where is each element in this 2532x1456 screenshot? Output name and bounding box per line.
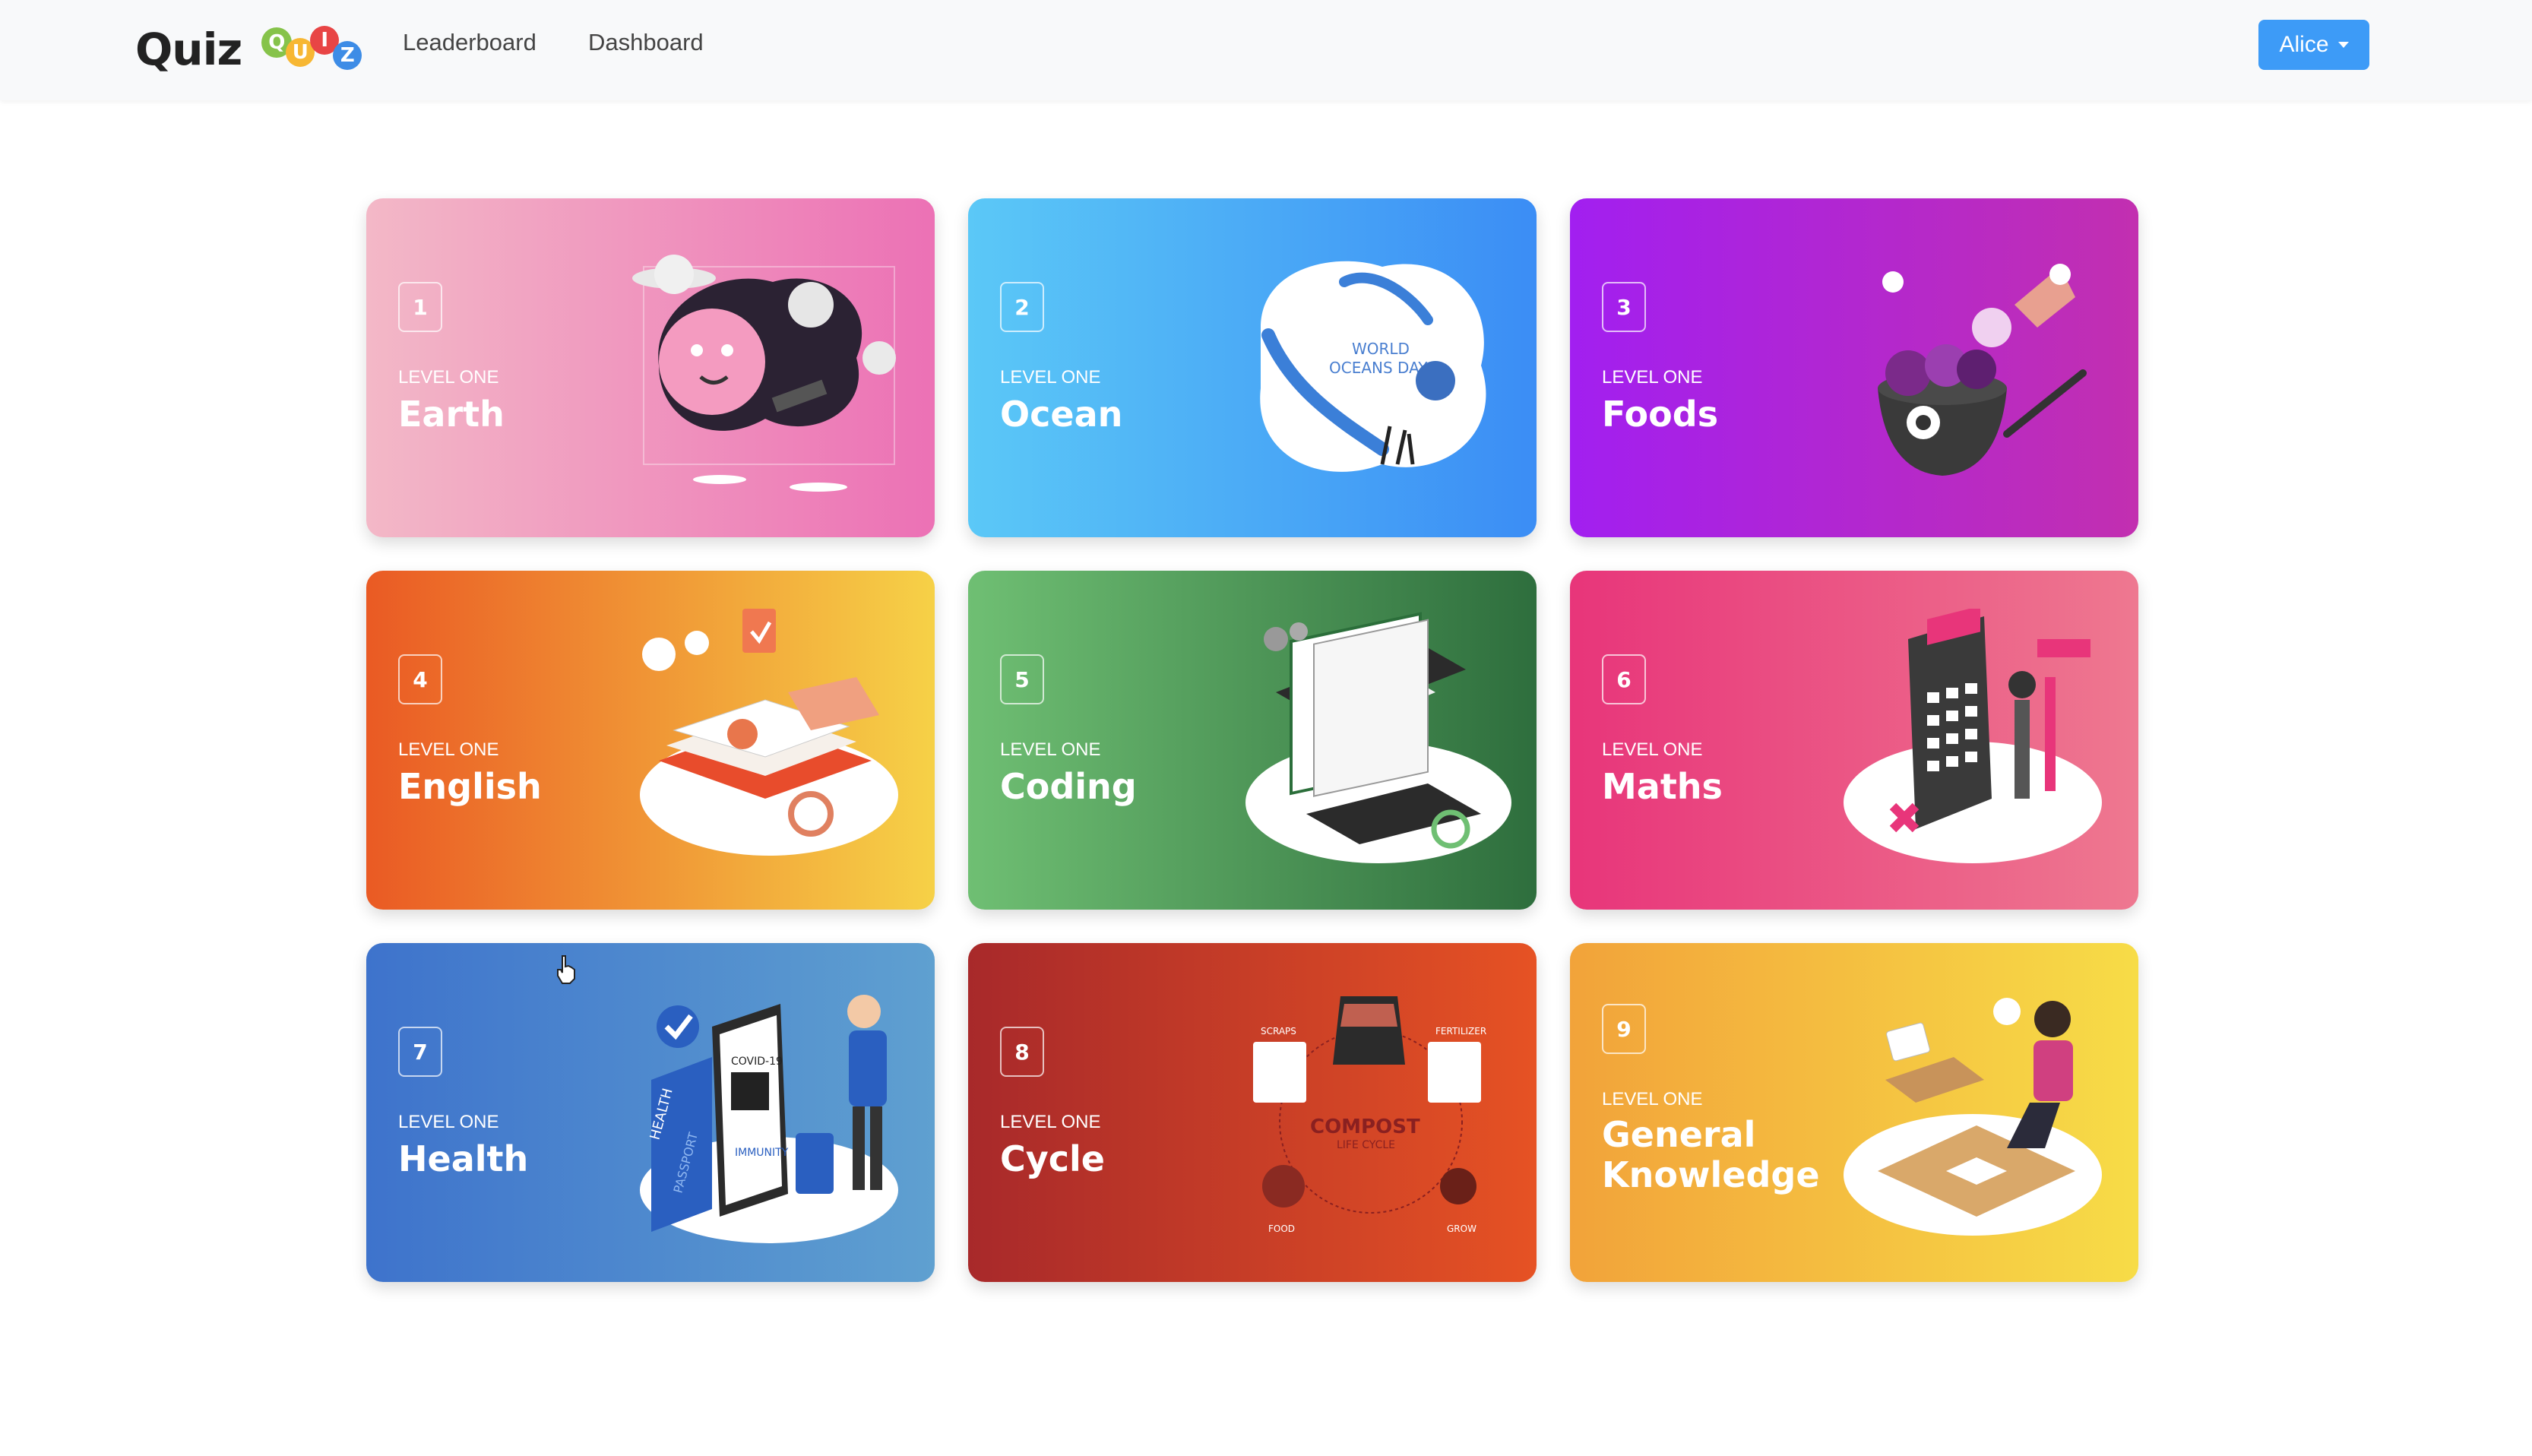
quiz-card-general-knowledge[interactable]: 9 LEVEL ONE General Knowledge	[1570, 943, 2138, 1282]
card-number: 1	[398, 282, 442, 332]
illustration-text: FERTILIZER	[1435, 1026, 1486, 1037]
card-number: 7	[398, 1027, 442, 1077]
compost-illustration-icon: SCRAPS FERTILIZER COMPOST LIFE CYCLE FOO…	[1253, 996, 1486, 1234]
ocean-illustration-icon: WORLD OCEANS DAY	[1260, 261, 1486, 472]
card-title: Cycle	[1000, 1138, 1105, 1179]
card-level: LEVEL ONE	[398, 1112, 499, 1132]
quiz-card-health[interactable]: 7 LEVEL ONE Health HEALTH PASSPORT COVID…	[366, 943, 935, 1282]
illustration-text: COMPOST	[1310, 1116, 1420, 1138]
nav-dashboard-link[interactable]: Dashboard	[588, 29, 704, 56]
quiz-logo-icon: Q U I Z	[261, 23, 362, 76]
user-menu-button[interactable]: Alice	[2258, 20, 2369, 70]
card-level: LEVEL ONE	[1000, 367, 1101, 388]
calculator-illustration-icon	[1844, 609, 2102, 863]
puzzle-illustration-icon	[1844, 998, 2102, 1236]
brand-name: Quiz	[135, 24, 242, 75]
food-bowl-illustration-icon	[1878, 264, 2087, 476]
navbar: Quiz Q U I Z Leaderboard Dashboard Alice	[0, 0, 2532, 100]
illustration-text: OCEANS DAY	[1329, 359, 1428, 377]
caret-down-icon	[2337, 42, 2349, 48]
quiz-card-foods[interactable]: 3 LEVEL ONE Foods	[1570, 198, 2138, 537]
card-number: 6	[1602, 654, 1646, 704]
hand-cursor-icon	[557, 955, 575, 984]
quiz-card-cycle[interactable]: 8 LEVEL ONE Cycle SCRAPS FERTILIZER COMP…	[968, 943, 1537, 1282]
quiz-card-maths[interactable]: 6 LEVEL ONE Maths	[1570, 571, 2138, 910]
card-level: LEVEL ONE	[398, 739, 499, 760]
quiz-card-earth[interactable]: 1 LEVEL ONE Earth	[366, 198, 935, 537]
card-number: 4	[398, 654, 442, 704]
quiz-card-english[interactable]: 4 LEVEL ONE English	[366, 571, 935, 910]
card-title: English	[398, 766, 542, 807]
illustration-text: WORLD	[1352, 340, 1410, 358]
card-number: 8	[1000, 1027, 1044, 1077]
books-illustration-icon	[640, 609, 898, 856]
card-title: Health	[398, 1138, 529, 1179]
card-number: 5	[1000, 654, 1044, 704]
quiz-grid: 1 LEVEL ONE Earth 2 LEVEL ONE Ocean WORL…	[366, 198, 2138, 1282]
card-number: 3	[1602, 282, 1646, 332]
card-number: 9	[1602, 1004, 1646, 1054]
logo-letter: Z	[333, 41, 362, 70]
laptop-code-illustration-icon	[1245, 612, 1511, 863]
illustration-text: FOOD	[1268, 1223, 1295, 1234]
card-level: LEVEL ONE	[1602, 367, 1703, 388]
quiz-card-ocean[interactable]: 2 LEVEL ONE Ocean WORLD OCEANS DAY	[968, 198, 1537, 537]
quiz-card-coding[interactable]: 5 LEVEL ONE Coding	[968, 571, 1537, 910]
card-title: Maths	[1602, 766, 1723, 807]
card-title: Foods	[1602, 394, 1719, 435]
illustration-text: SCRAPS	[1261, 1026, 1296, 1037]
card-title: General Knowledge	[1602, 1114, 1820, 1195]
card-level: LEVEL ONE	[398, 367, 499, 388]
nav-leaderboard-link[interactable]: Leaderboard	[403, 29, 536, 56]
health-passport-illustration-icon: HEALTH PASSPORT COVID-19 IMMUNITY	[640, 995, 898, 1243]
illustration-text: GROW	[1447, 1223, 1476, 1234]
illustration-text: LIFE CYCLE	[1337, 1139, 1395, 1151]
illustration-text: IMMUNITY	[735, 1147, 789, 1159]
card-title: Earth	[398, 394, 505, 435]
card-level: LEVEL ONE	[1000, 1112, 1101, 1132]
card-level: LEVEL ONE	[1602, 1089, 1703, 1109]
card-number: 2	[1000, 282, 1044, 332]
card-level: LEVEL ONE	[1000, 739, 1101, 760]
planet-illustration-icon	[632, 255, 896, 492]
card-level: LEVEL ONE	[1602, 739, 1703, 760]
illustration-text: COVID-19	[731, 1056, 783, 1068]
card-title: Coding	[1000, 766, 1137, 807]
card-title: Ocean	[1000, 394, 1123, 435]
brand[interactable]: Quiz Q U I Z	[135, 15, 362, 84]
user-name: Alice	[2279, 32, 2329, 57]
